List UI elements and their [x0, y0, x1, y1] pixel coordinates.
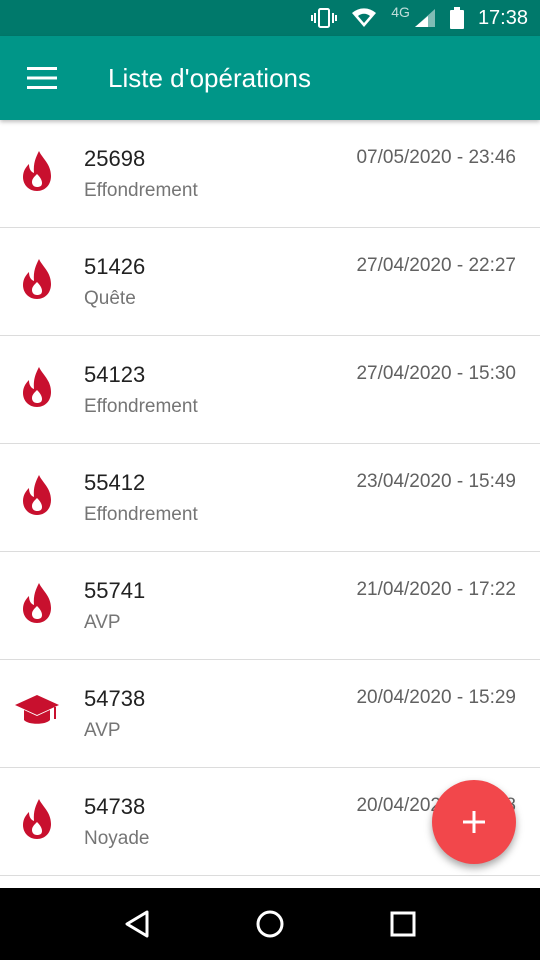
flame-icon: [14, 796, 60, 842]
operation-date: 23/04/2020 - 15:49: [356, 471, 516, 492]
operation-date: 27/04/2020 - 15:30: [356, 363, 516, 384]
home-button[interactable]: [240, 894, 300, 954]
battery-icon: [449, 7, 464, 29]
flame-icon: [14, 472, 60, 518]
page-title: Liste d'opérations: [108, 62, 311, 93]
list-item[interactable]: 51426 Quête 27/04/2020 - 22:27: [0, 228, 540, 336]
list-item[interactable]: 54123 Effondrement 27/04/2020 - 15:30: [0, 336, 540, 444]
network-type: 4G: [391, 4, 410, 20]
operation-number: 54123: [84, 362, 146, 387]
status-bar: 4G 17:38: [0, 0, 540, 36]
graduation-cap-icon: [14, 688, 60, 734]
operation-number: 55741: [84, 578, 146, 603]
operation-category: Effondrement: [84, 504, 198, 525]
list-item[interactable]: 25698 Effondrement 07/05/2020 - 23:46: [0, 120, 540, 228]
list-item[interactable]: 55741 AVP 21/04/2020 - 17:22: [0, 552, 540, 660]
flame-icon: [14, 364, 60, 410]
back-icon: [125, 910, 149, 938]
operation-category: AVP: [84, 720, 121, 741]
operation-date: 07/05/2020 - 23:46: [356, 147, 516, 168]
home-icon: [256, 910, 284, 938]
operation-category: Quête: [84, 288, 136, 309]
operation-number: 25698: [84, 146, 146, 171]
signal-icon: [414, 8, 436, 28]
operation-number: 54738: [84, 686, 146, 711]
clock: 17:38: [477, 6, 528, 29]
recents-button[interactable]: [373, 894, 433, 954]
plus-icon: [463, 811, 485, 833]
menu-icon: [27, 67, 57, 89]
operation-date: 27/04/2020 - 22:27: [356, 255, 516, 276]
operation-number: 55412: [84, 470, 146, 495]
app-bar: Liste d'opérations: [0, 36, 540, 120]
operation-date: 20/04/2020 - 15:29: [356, 687, 516, 708]
operation-category: AVP: [84, 612, 121, 633]
wifi-icon: [351, 8, 377, 28]
operation-category: Noyade: [84, 828, 150, 849]
list-item[interactable]: 55412 Effondrement 23/04/2020 - 15:49: [0, 444, 540, 552]
flame-icon: [14, 580, 60, 626]
add-operation-button[interactable]: [432, 780, 516, 864]
recents-icon: [390, 911, 416, 937]
vibrate-icon: [311, 7, 338, 29]
flame-icon: [14, 256, 60, 302]
operation-number: 54738: [84, 794, 146, 819]
operations-list: 25698 Effondrement 07/05/2020 - 23:46 51…: [0, 120, 540, 888]
back-button[interactable]: [107, 894, 167, 954]
list-item[interactable]: 54738 AVP 20/04/2020 - 15:29: [0, 660, 540, 768]
operation-category: Effondrement: [84, 396, 198, 417]
flame-icon: [14, 148, 60, 194]
operation-number: 51426: [84, 254, 146, 279]
operation-category: Effondrement: [84, 180, 198, 201]
operation-date: 21/04/2020 - 17:22: [356, 579, 516, 600]
system-nav-bar: [0, 888, 540, 960]
menu-button[interactable]: [0, 36, 84, 120]
